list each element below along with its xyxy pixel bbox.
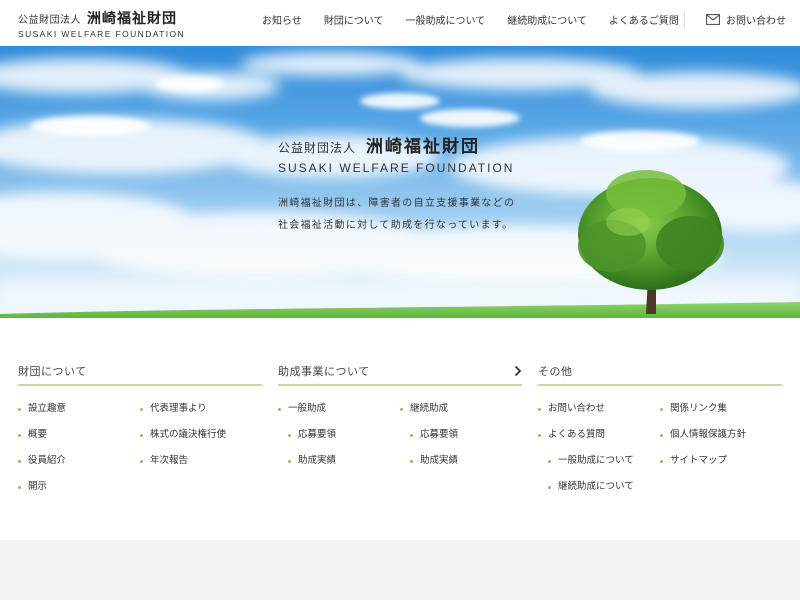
link-faq-continuing[interactable]: 継続助成について bbox=[538, 480, 660, 506]
bullet-icon bbox=[548, 486, 551, 489]
link-officers[interactable]: 役員紹介 bbox=[18, 454, 140, 480]
logo-org-type: 公益財団法人 bbox=[18, 15, 81, 26]
nav-faq[interactable]: よくあるご質問 bbox=[609, 12, 679, 27]
bullet-icon bbox=[538, 434, 541, 437]
bullet-icon bbox=[140, 408, 143, 411]
hero-org-name: 洲崎福祉財団 bbox=[366, 137, 481, 157]
bullet-icon bbox=[18, 434, 21, 437]
bullet-icon bbox=[140, 434, 143, 437]
site-header: 公益財団法人 洲崎福祉財団 SUSAKI WELFARE FOUNDATION … bbox=[0, 0, 800, 46]
sitemap-links: 財団について 設立趣意 概要 役員紹介 開示 代表理事より 株式の議決権行使 年… bbox=[0, 318, 800, 540]
hero-banner: 公益財団法人 洲崎福祉財団 SUSAKI WELFARE FOUNDATION … bbox=[0, 46, 800, 318]
bullet-icon bbox=[538, 408, 541, 411]
link-faq-general[interactable]: 一般助成について bbox=[538, 454, 660, 480]
link-sitemap[interactable]: サイトマップ bbox=[660, 454, 782, 480]
link-general-grant[interactable]: 一般助成 bbox=[278, 402, 400, 428]
nav-continuing-grant[interactable]: 継続助成について bbox=[507, 12, 587, 27]
link-continuing-results[interactable]: 助成実績 bbox=[400, 454, 522, 480]
mail-icon bbox=[706, 14, 720, 25]
link-faq[interactable]: よくある質問 bbox=[538, 428, 660, 454]
hero-english-name: SUSAKI WELFARE FOUNDATION bbox=[278, 161, 515, 175]
link-disclosure[interactable]: 開示 bbox=[18, 480, 140, 506]
hero-desc-line: 洲崎福祉財団は、障害者の自立支援事業などの bbox=[278, 198, 516, 209]
bullet-icon bbox=[140, 460, 143, 463]
link-continuing-grant[interactable]: 継続助成 bbox=[400, 402, 522, 428]
logo-name: 洲崎福祉財団 bbox=[87, 11, 177, 27]
column-header[interactable]: 財団について bbox=[18, 362, 262, 386]
column-other: その他 お問い合わせ よくある質問 一般助成について 継続助成について 関係リン… bbox=[538, 362, 782, 506]
bullet-icon bbox=[288, 434, 291, 437]
contact-label: お問い合わせ bbox=[726, 16, 786, 27]
bullet-icon bbox=[18, 408, 21, 411]
bullet-icon bbox=[18, 460, 21, 463]
bullet-icon bbox=[660, 460, 663, 463]
hero-description: 洲崎福祉財団は、障害者の自立支援事業などの 社会福祉活動に対して助成を行なってい… bbox=[278, 193, 515, 237]
hero-desc-line: 社会福祉活動に対して助成を行なっています。 bbox=[278, 220, 514, 231]
link-voting-rights[interactable]: 株式の議決権行使 bbox=[140, 428, 262, 454]
hero-org-type: 公益財団法人 bbox=[278, 141, 357, 155]
link-overview[interactable]: 概要 bbox=[18, 428, 140, 454]
contact-link[interactable]: お問い合わせ bbox=[706, 12, 786, 27]
link-general-results[interactable]: 助成実績 bbox=[278, 454, 400, 480]
footer-band bbox=[0, 540, 800, 600]
link-founding-purpose[interactable]: 設立趣意 bbox=[18, 402, 140, 428]
link-privacy-policy[interactable]: 個人情報保護方針 bbox=[660, 428, 782, 454]
bullet-icon bbox=[660, 434, 663, 437]
link-continuing-guidelines[interactable]: 応募要領 bbox=[400, 428, 522, 454]
link-general-guidelines[interactable]: 応募要領 bbox=[278, 428, 400, 454]
bullet-icon bbox=[660, 408, 663, 411]
hero-text-block: 公益財団法人 洲崎福祉財団 SUSAKI WELFARE FOUNDATION … bbox=[278, 132, 515, 237]
link-related-links[interactable]: 関係リンク集 bbox=[660, 402, 782, 428]
nav-about[interactable]: 財団について bbox=[324, 12, 384, 27]
bullet-icon bbox=[548, 460, 551, 463]
main-nav: お知らせ 財団について 一般助成について 継続助成について よくあるご質問 bbox=[262, 12, 701, 28]
bullet-icon bbox=[400, 408, 403, 411]
bullet-icon bbox=[278, 408, 281, 411]
column-title: 助成事業について bbox=[278, 365, 370, 378]
link-chairman-message[interactable]: 代表理事より bbox=[140, 402, 262, 428]
column-title: その他 bbox=[538, 365, 573, 378]
nav-news[interactable]: お知らせ bbox=[262, 12, 302, 27]
chevron-right-icon[interactable] bbox=[514, 365, 522, 377]
nav-divider bbox=[684, 12, 685, 28]
bullet-icon bbox=[18, 486, 21, 489]
bullet-icon bbox=[410, 434, 413, 437]
column-header[interactable]: その他 bbox=[538, 362, 782, 386]
link-annual-report[interactable]: 年次報告 bbox=[140, 454, 262, 480]
nav-general-grant[interactable]: 一般助成について bbox=[406, 12, 486, 27]
column-header[interactable]: 助成事業について bbox=[278, 362, 522, 386]
column-about: 財団について 設立趣意 概要 役員紹介 開示 代表理事より 株式の議決権行使 年… bbox=[18, 362, 262, 506]
column-grants: 助成事業について 一般助成 応募要領 助成実績 継続助成 応募要領 助成実績 bbox=[278, 362, 522, 480]
site-logo[interactable]: 公益財団法人 洲崎福祉財団 SUSAKI WELFARE FOUNDATION bbox=[18, 8, 185, 39]
bullet-icon bbox=[288, 460, 291, 463]
link-contact[interactable]: お問い合わせ bbox=[538, 402, 660, 428]
bullet-icon bbox=[410, 460, 413, 463]
logo-english: SUSAKI WELFARE FOUNDATION bbox=[18, 29, 186, 39]
column-title: 財団について bbox=[18, 365, 87, 378]
